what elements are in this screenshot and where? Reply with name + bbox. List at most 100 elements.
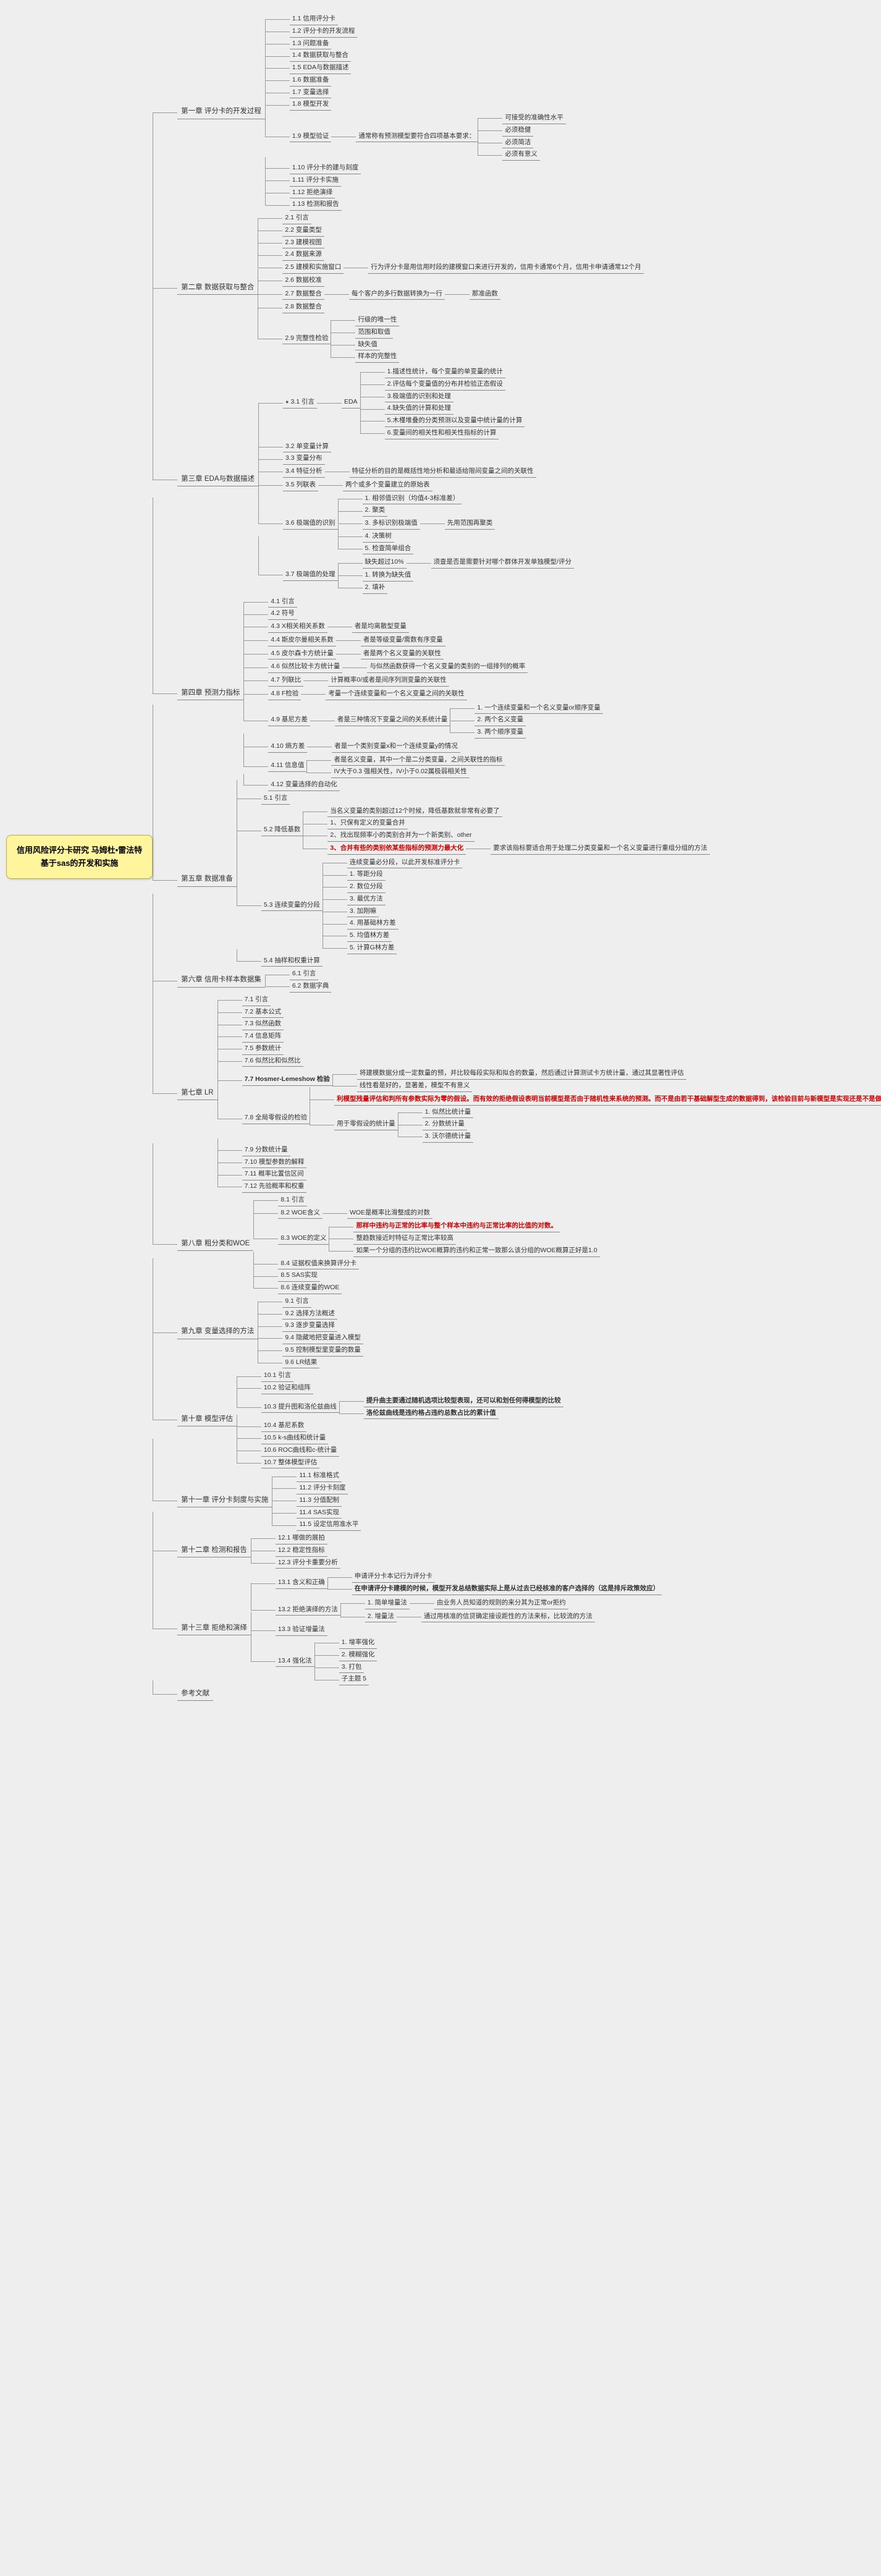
node-label[interactable]: 当名义变量的类别超过12个时候，降低基数就非常有必要了 — [327, 806, 502, 818]
node-label[interactable]: 5. 计算G林方差 — [347, 943, 397, 954]
node-label[interactable]: 4.缺失值的计算和处理 — [385, 403, 453, 415]
node-label[interactable]: 12.3 评分卡重要分析 — [276, 1557, 340, 1569]
node-label[interactable]: 11.2 评分卡刻度 — [297, 1483, 348, 1494]
node-label[interactable]: 4. 决策树 — [363, 531, 394, 543]
node-label[interactable]: 1.8 模型开发 — [290, 99, 332, 111]
node-label[interactable]: 整趋数接近时特征与正常比率较高 — [353, 1233, 456, 1245]
chapter-node[interactable]: 第五章 数据准备 — [177, 873, 237, 886]
node-label[interactable]: 4.4 斯皮尔曼相关系数 — [268, 635, 336, 646]
node-label[interactable]: 如果一个分组的违约比WOE概算的违约和正常一致那么该分组的WOE概算正好是1.0 — [353, 1245, 599, 1257]
node-label[interactable]: 1. 相邻值识别（均值4-3标准差） — [363, 493, 462, 505]
node-label[interactable]: 4.12 变量选择的自动化 — [268, 779, 339, 791]
node-label[interactable]: 1. 等距分段 — [347, 869, 386, 881]
node-label[interactable]: 4.6 似然比较卡方统计量 — [268, 661, 342, 673]
node-label[interactable]: 子主题 5 — [339, 1674, 369, 1685]
node-label[interactable]: 10.4 基尼系数 — [261, 1420, 306, 1432]
node-label[interactable]: 1、只保有定义的变量合并 — [327, 818, 407, 829]
node-label[interactable]: 2.4 数据来源 — [282, 249, 324, 261]
node-label[interactable]: 3.4 特征分析 — [283, 466, 325, 478]
node-label[interactable]: 1. 转换为缺失值 — [363, 570, 414, 582]
node-label[interactable]: WOE是概率比滑整成的对数 — [347, 1208, 432, 1219]
node-label[interactable]: 必须稳健 — [502, 125, 533, 137]
node-label[interactable]: 1.描述性统计，每个变量的单变量的统计 — [385, 366, 505, 378]
node-label[interactable]: 2.8 数据整合 — [282, 302, 324, 313]
node-label[interactable]: 可接受的准确性水平 — [502, 112, 566, 124]
node-label[interactable]: 9.2 选择方法概述 — [282, 1308, 337, 1320]
chapter-node[interactable]: 第三章 EDA与数据描述 — [177, 473, 258, 486]
chapter-node[interactable]: 第十章 模型评估 — [177, 1413, 237, 1426]
node-label[interactable]: 5.3 连续变量的分段 — [261, 900, 322, 912]
node-label[interactable]: 要求该指标要适合用于处理二分类变量和一个名义变量进行重组分组的方法 — [491, 843, 710, 855]
node-label[interactable]: 2. 数位分段 — [347, 881, 386, 893]
node-label[interactable]: 4.11 信息值 — [268, 760, 306, 772]
node-label[interactable]: 1.4 数据获取与整合 — [290, 50, 351, 62]
node-label[interactable]: 1.3 问题准备 — [290, 38, 332, 50]
node-label[interactable]: 计算概率0/或者是间序列测变量的关联性 — [328, 675, 449, 687]
node-label[interactable]: 缺失值 — [355, 339, 380, 351]
node-label[interactable]: 9.4 隐藏地把变量进入模型 — [282, 1332, 363, 1344]
node-label[interactable]: 1.11 评分卡实施 — [290, 175, 341, 187]
node-label[interactable]: 5.木槿堆叠的分类预测以及变量中统计量的计算 — [385, 415, 525, 427]
node-label[interactable]: 考量一个连续变量和一个名义变量之间的关联性 — [326, 688, 467, 700]
node-label[interactable]: 9.1 引言 — [282, 1296, 311, 1308]
node-label[interactable]: 11.3 分值配制 — [297, 1495, 342, 1507]
node-label[interactable]: 10.2 验证和组阵 — [261, 1383, 313, 1394]
node-label[interactable]: 连续变量必分段，以此开发标准评分卡 — [347, 857, 463, 869]
node-label[interactable]: 5. 均值林方差 — [347, 930, 392, 942]
node-label[interactable]: 5. 检查简单组合 — [363, 543, 414, 555]
node-label[interactable]: 2. 填补 — [363, 582, 388, 594]
node-label[interactable]: 洛伦兹曲线是违约格占违约总数占比的累计值 — [364, 1408, 499, 1420]
node-label[interactable]: 由业务人员知道的规则的来分其为正常or拒约 — [434, 1598, 568, 1609]
node-label[interactable]: 4.7 列联比 — [268, 675, 303, 687]
node-label[interactable]: 特征分析的目的是概括性地分析和最适给限间变量之间的关联性 — [350, 466, 536, 478]
chapter-node[interactable]: 第四章 预测力指标 — [177, 687, 243, 700]
node-label[interactable]: 10.1 引言 — [261, 1370, 293, 1382]
node-label[interactable]: 4. 用基础林方差 — [347, 918, 398, 930]
node-label[interactable]: 3.2 单变量计算 — [283, 441, 331, 453]
node-label[interactable]: 11.4 SAS实现 — [297, 1507, 342, 1519]
node-label[interactable]: 2.2 变量类型 — [282, 225, 324, 237]
chapter-node[interactable]: 第七章 LR — [177, 1087, 217, 1100]
node-label[interactable]: 3. 多标识别极端值 — [363, 518, 420, 530]
node-label[interactable]: 9.5 控制模型里变量的数量 — [282, 1345, 363, 1357]
node-label[interactable]: 1.2 评分卡的开发流程 — [290, 26, 358, 38]
node-label[interactable]: 每个客户的多行数据转换为一行 — [349, 289, 445, 300]
node-label[interactable]: 4.5 皮尔森卡方统计量 — [268, 648, 336, 660]
node-label[interactable]: 3、合并有些的类别依某些指标的预测力最大化 — [327, 843, 466, 855]
node-label[interactable]: 2、找出现频率小的类别合并为一个新类别、other — [327, 830, 474, 842]
node-label[interactable]: 1.7 变量选择 — [290, 87, 332, 99]
node-label[interactable]: 9.6 LR结果 — [282, 1357, 319, 1369]
node-label[interactable]: 2.5 建模和实施窗口 — [282, 262, 344, 274]
node-label[interactable]: 3. 两个顺序变量 — [474, 727, 526, 739]
node-label[interactable]: 13.2 拒绝演绎的方法 — [276, 1604, 340, 1616]
chapter-node[interactable]: 第六章 信用卡样本数据集 — [177, 973, 265, 987]
node-label[interactable]: 7.5 参数统计 — [242, 1043, 284, 1055]
node-label[interactable]: 8.2 WOE含义 — [278, 1208, 322, 1219]
node-label[interactable]: 必须有意义 — [502, 149, 540, 161]
node-label[interactable]: 4.10 熵方差 — [268, 741, 307, 753]
node-label[interactable]: 2.1 引言 — [282, 213, 311, 224]
chapter-node[interactable]: 参考文献 — [177, 1687, 213, 1701]
node-label[interactable]: 1. 一个连续变量和一个名义变量or顺序变量 — [474, 703, 603, 714]
node-label[interactable]: 线性看是好的，显著差，模型不有意义 — [357, 1080, 473, 1092]
node-label[interactable]: 4.8 F检验 — [268, 688, 301, 700]
node-label[interactable]: 13.3 验证增量法 — [276, 1624, 327, 1636]
node-label[interactable]: 3. 加刚嘛 — [347, 906, 379, 918]
node-label[interactable]: 1. 增率强化 — [339, 1637, 377, 1649]
node-label[interactable]: 1. 似然比统计量 — [423, 1107, 474, 1119]
node-label[interactable]: 者是均离散型变量 — [352, 621, 409, 633]
node-label[interactable]: 8.1 引言 — [278, 1195, 307, 1206]
node-label[interactable]: 10.3 提升图和洛伦兹曲线 — [261, 1402, 339, 1413]
node-label[interactable]: 2. 两个名义变量 — [474, 714, 526, 726]
node-label[interactable]: 11.5 设定信用准水平 — [297, 1519, 361, 1531]
node-label[interactable]: 4.9 基尼方差 — [268, 714, 310, 726]
node-label[interactable]: 3.3 变量分布 — [283, 453, 325, 465]
node-label[interactable]: 用于零假设的统计量 — [334, 1119, 398, 1130]
node-label[interactable]: 11.1 标准格式 — [297, 1470, 342, 1482]
node-label[interactable]: 2. 分数统计量 — [423, 1119, 467, 1130]
node-label[interactable]: 行为评分卡是用信用时段的建模窗口来进行开发的，信用卡通常6个月，信用卡申请通常1… — [368, 262, 644, 274]
node-label[interactable]: 1.10 评分卡的建与刻度 — [290, 163, 361, 174]
node-label[interactable]: 7.4 信息矩阵 — [242, 1031, 284, 1043]
node-label[interactable]: 1.6 数据准备 — [290, 75, 332, 87]
node-label[interactable]: 者是名义变量，其中一个是二分类变量，之间关联性的指标 — [331, 755, 505, 766]
